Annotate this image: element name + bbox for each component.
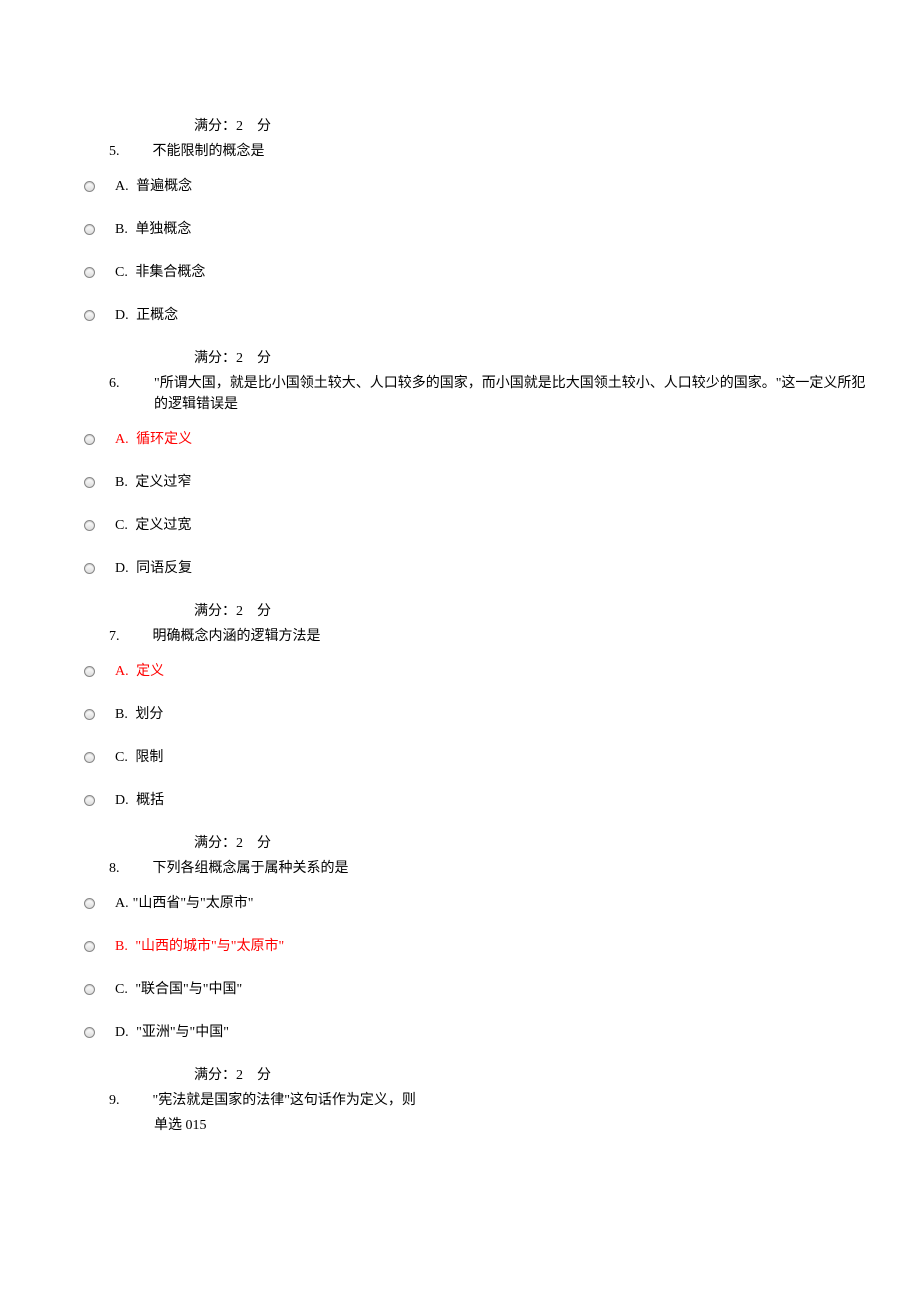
option-6a: A. 循环定义 bbox=[115, 429, 192, 450]
option-row: C. 非集合概念 bbox=[84, 262, 870, 283]
question-number: 6. bbox=[109, 373, 154, 394]
score-value: 2 bbox=[236, 604, 243, 619]
radio-icon[interactable] bbox=[84, 984, 95, 995]
question-number: 5. bbox=[109, 141, 149, 162]
option-row: C. 定义过宽 bbox=[84, 515, 870, 536]
question-text: 不能限制的概念是 bbox=[153, 144, 265, 159]
score-suffix: 分 bbox=[257, 351, 271, 366]
score-value: 2 bbox=[236, 119, 243, 134]
option-row: A. 循环定义 bbox=[84, 429, 870, 450]
radio-icon[interactable] bbox=[84, 752, 95, 763]
question-number: 9. bbox=[109, 1090, 149, 1111]
radio-icon[interactable] bbox=[84, 666, 95, 677]
radio-icon[interactable] bbox=[84, 181, 95, 192]
option-row: A."山西省"与"太原市" bbox=[84, 893, 870, 914]
question-text: "所谓大国，就是比小国领土较大、人口较多的国家，而小国就是比大国领土较小、人口较… bbox=[154, 376, 865, 412]
question-text: 下列各组概念属于属种关系的是 bbox=[153, 861, 349, 876]
score-value: 2 bbox=[236, 1068, 243, 1083]
option-5a: A. 普遍概念 bbox=[115, 176, 192, 197]
score-line: 满分：2 分 bbox=[194, 833, 870, 854]
score-suffix: 分 bbox=[257, 119, 271, 134]
score-suffix: 分 bbox=[257, 604, 271, 619]
question-number: 8. bbox=[109, 858, 149, 879]
option-row: D. 同语反复 bbox=[84, 558, 870, 579]
radio-icon[interactable] bbox=[84, 520, 95, 531]
radio-icon[interactable] bbox=[84, 224, 95, 235]
option-7c: C. 限制 bbox=[115, 747, 163, 768]
question-8: 8. 下列各组概念属于属种关系的是 bbox=[84, 858, 870, 879]
option-row: B. 定义过窄 bbox=[84, 472, 870, 493]
radio-icon[interactable] bbox=[84, 898, 95, 909]
option-7d: D. 概括 bbox=[115, 790, 164, 811]
option-6b: B. 定义过窄 bbox=[115, 472, 191, 493]
option-row: A. 定义 bbox=[84, 661, 870, 682]
radio-icon[interactable] bbox=[84, 477, 95, 488]
score-value: 2 bbox=[236, 351, 243, 366]
option-6d: D. 同语反复 bbox=[115, 558, 192, 579]
score-line: 满分：2 分 bbox=[194, 1065, 870, 1086]
question-6: 6."所谓大国，就是比小国领土较大、人口较多的国家，而小国就是比大国领土较小、人… bbox=[84, 373, 870, 415]
radio-icon[interactable] bbox=[84, 709, 95, 720]
radio-icon[interactable] bbox=[84, 434, 95, 445]
score-value: 2 bbox=[236, 836, 243, 851]
question-5: 5. 不能限制的概念是 bbox=[84, 141, 870, 162]
option-8a: A."山西省"与"太原市" bbox=[115, 893, 253, 914]
score-prefix: 满分： bbox=[194, 604, 236, 619]
score-line: 满分：2 分 bbox=[194, 601, 870, 622]
score-suffix: 分 bbox=[257, 836, 271, 851]
score-prefix: 满分： bbox=[194, 836, 236, 851]
radio-icon[interactable] bbox=[84, 563, 95, 574]
question-9: 9. "宪法就是国家的法律"这句话作为定义，则 bbox=[84, 1090, 870, 1111]
radio-icon[interactable] bbox=[84, 795, 95, 806]
radio-icon[interactable] bbox=[84, 1027, 95, 1038]
radio-icon[interactable] bbox=[84, 267, 95, 278]
score-line: 满分：2 分 bbox=[194, 116, 870, 137]
option-row: C. 限制 bbox=[84, 747, 870, 768]
option-row: D. "亚洲"与"中国" bbox=[84, 1022, 870, 1043]
score-prefix: 满分： bbox=[194, 1068, 236, 1083]
option-7b: B. 划分 bbox=[115, 704, 163, 725]
score-suffix: 分 bbox=[257, 1068, 271, 1083]
option-7a: A. 定义 bbox=[115, 661, 164, 682]
option-row: B. 单独概念 bbox=[84, 219, 870, 240]
option-8b: B. "山西的城市"与"太原市" bbox=[115, 936, 284, 957]
score-prefix: 满分： bbox=[194, 119, 236, 134]
radio-icon[interactable] bbox=[84, 310, 95, 321]
option-5c: C. 非集合概念 bbox=[115, 262, 205, 283]
option-5d: D. 正概念 bbox=[115, 305, 178, 326]
footer-text: 单选 015 bbox=[154, 1115, 870, 1136]
option-8c: C. "联合国"与"中国" bbox=[115, 979, 242, 1000]
option-6c: C. 定义过宽 bbox=[115, 515, 191, 536]
option-row: B. 划分 bbox=[84, 704, 870, 725]
radio-icon[interactable] bbox=[84, 941, 95, 952]
option-5b: B. 单独概念 bbox=[115, 219, 191, 240]
option-row: A. 普遍概念 bbox=[84, 176, 870, 197]
score-prefix: 满分： bbox=[194, 351, 236, 366]
option-row: D. 正概念 bbox=[84, 305, 870, 326]
question-7: 7. 明确概念内涵的逻辑方法是 bbox=[84, 626, 870, 647]
option-row: C. "联合国"与"中国" bbox=[84, 979, 870, 1000]
score-line: 满分：2 分 bbox=[194, 348, 870, 369]
question-number: 7. bbox=[109, 626, 149, 647]
option-row: B. "山西的城市"与"太原市" bbox=[84, 936, 870, 957]
option-row: D. 概括 bbox=[84, 790, 870, 811]
question-text: "宪法就是国家的法律"这句话作为定义，则 bbox=[153, 1093, 416, 1108]
option-8d: D. "亚洲"与"中国" bbox=[115, 1022, 229, 1043]
question-text: 明确概念内涵的逻辑方法是 bbox=[153, 629, 321, 644]
